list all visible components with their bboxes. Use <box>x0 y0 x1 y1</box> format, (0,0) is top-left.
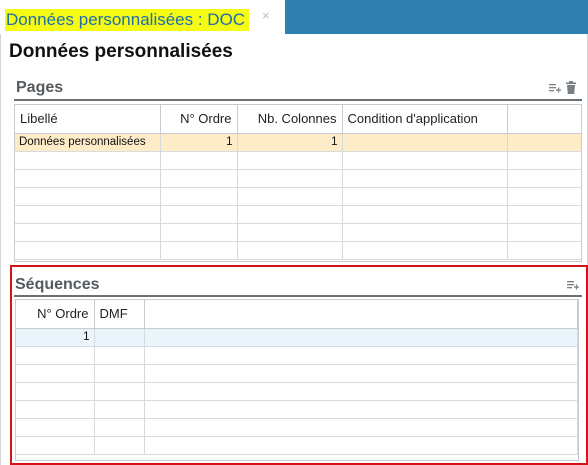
pages-table: Libellé N° Ordre Nb. Colonnes Condition … <box>14 104 582 262</box>
add-row-icon[interactable] <box>549 83 561 93</box>
column-header-ordre[interactable]: N° Ordre <box>160 105 238 134</box>
column-header-blank <box>507 105 581 134</box>
pages-table-header: Libellé N° Ordre Nb. Colonnes Condition … <box>15 105 581 134</box>
annotation-highlight-box <box>10 265 588 465</box>
table-row-empty[interactable] <box>15 205 581 224</box>
table-row-empty[interactable] <box>15 169 581 188</box>
table-row-empty[interactable] <box>15 241 581 260</box>
column-header-nb-colonnes[interactable]: Nb. Colonnes <box>237 105 343 134</box>
tab-donnees-personnalisees[interactable]: Données personnalisées : DOC × <box>0 0 285 34</box>
content-panel: Données personnalisées Pages Libellé N° … <box>0 34 588 465</box>
pages-section-divider <box>14 99 582 101</box>
table-row[interactable]: Données personnalisées 1 1 <box>15 133 581 152</box>
cell-ordre[interactable]: 1 <box>160 133 238 152</box>
cell-nb-colonnes[interactable]: 1 <box>237 133 343 152</box>
close-icon[interactable]: × <box>262 9 270 23</box>
pages-section-title: Pages <box>16 79 64 96</box>
tab-bar: Données personnalisées : DOC × <box>0 0 588 34</box>
page-title: Données personnalisées <box>9 41 233 62</box>
column-header-condition[interactable]: Condition d'application <box>342 105 508 134</box>
cell-libelle[interactable]: Données personnalisées <box>15 133 161 152</box>
table-row-empty[interactable] <box>15 151 581 170</box>
tab-title[interactable]: Données personnalisées : DOC <box>5 9 250 31</box>
table-row-empty[interactable] <box>15 187 581 206</box>
column-header-libelle[interactable]: Libellé <box>15 105 161 134</box>
table-row-empty[interactable] <box>15 223 581 242</box>
delete-icon[interactable] <box>566 81 576 94</box>
cell-condition[interactable] <box>342 133 508 152</box>
app-window: Données personnalisées : DOC × Données p… <box>0 0 588 465</box>
cell-blank <box>507 133 581 152</box>
